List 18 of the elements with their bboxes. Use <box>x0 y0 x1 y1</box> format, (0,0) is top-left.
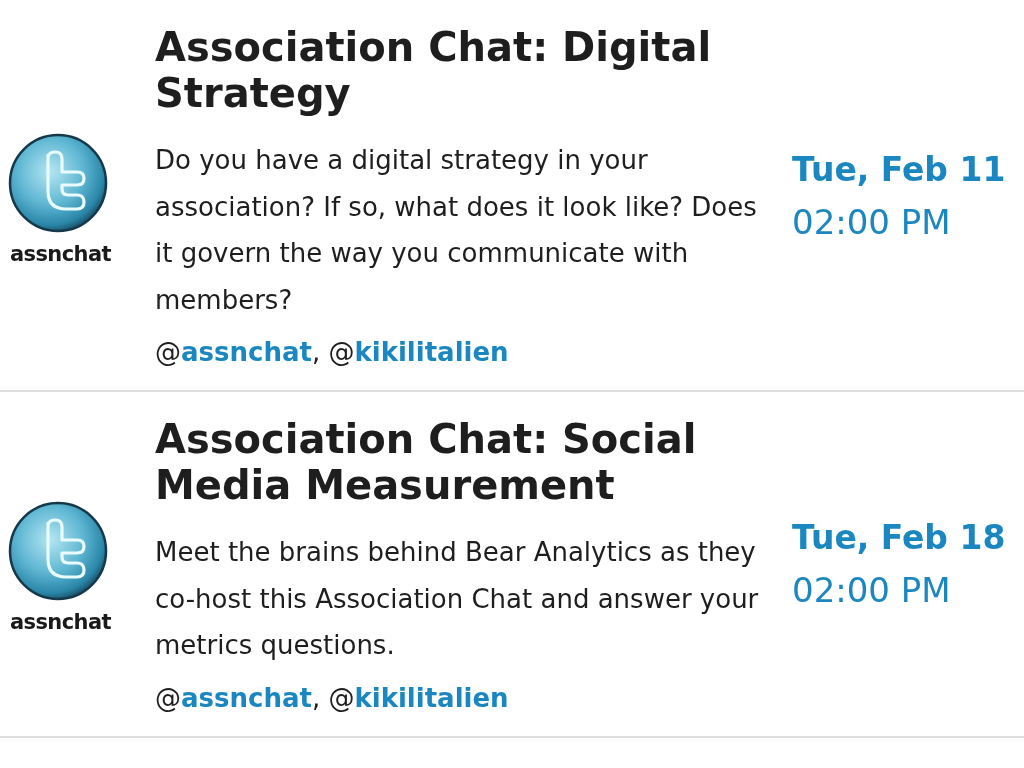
event-title: Association Chat: Digital Strategy <box>155 24 713 116</box>
event-date: Tue, Feb 18 <box>792 517 1006 560</box>
separator-text: , <box>311 682 321 713</box>
event-time: 02:00 PM <box>792 200 951 244</box>
username-link[interactable]: @kikilitalien <box>328 682 509 713</box>
event-date: Tue, Feb 11 <box>792 148 1006 191</box>
t-sphere-icon <box>8 501 108 602</box>
event-time: 02:00 PM <box>792 569 951 613</box>
username-link[interactable]: @assnchat <box>155 682 312 713</box>
t-sphere-icon <box>8 132 108 233</box>
event-title: Association Chat: Social Media Measurement <box>155 416 698 508</box>
username-link[interactable]: @assnchat <box>155 337 312 367</box>
username-link[interactable]: @kikilitalien <box>328 337 509 367</box>
separator-text: , <box>311 337 321 367</box>
event-description: Meet the brains behind Bear Analytics as they co-host this Association Chat and answer your metrics questions. <box>155 536 760 662</box>
logo-caption: assnchat <box>10 240 111 267</box>
logo-caption: assnchat <box>10 609 111 636</box>
event-description: Do you have a digital strategy in your association? If so, what does it look like? Does it govern the way you communicate with members? <box>155 144 758 317</box>
